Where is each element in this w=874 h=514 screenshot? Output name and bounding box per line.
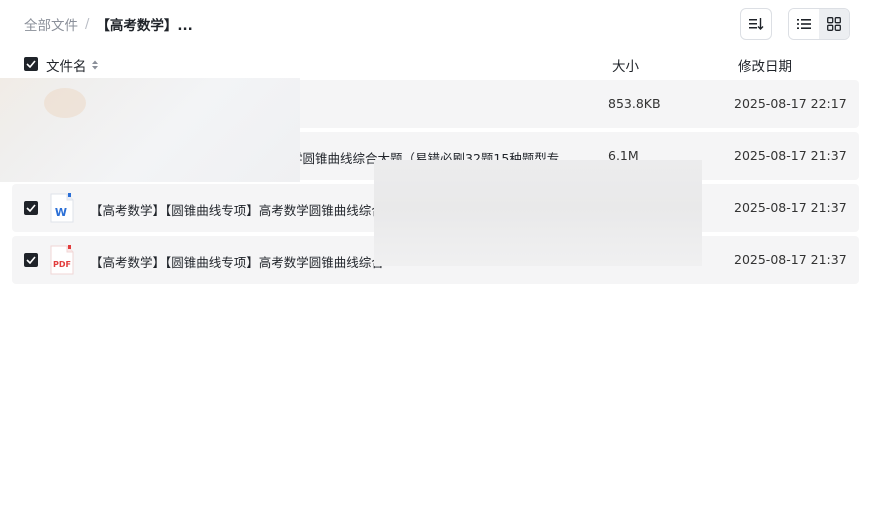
file-date: 2025-08-17 21:37: [734, 200, 847, 215]
column-name-header[interactable]: 文件名: [46, 55, 99, 75]
check-icon: [26, 204, 36, 212]
breadcrumb-root[interactable]: 全部文件: [24, 14, 78, 34]
column-size-header[interactable]: 大小: [612, 55, 639, 75]
word-file-icon: W: [50, 193, 74, 223]
redaction-overlay: [374, 160, 702, 266]
column-date-header[interactable]: 修改日期: [738, 55, 792, 75]
sort-toggle-icon: [91, 60, 98, 70]
column-name-label: 文件名: [46, 59, 87, 75]
list-view-icon: [797, 19, 811, 29]
list-view-button[interactable]: [789, 9, 819, 39]
file-date: 2025-08-17 21:37: [734, 148, 847, 163]
breadcrumb: 全部文件 / 【高考数学】...: [24, 14, 193, 35]
toolbar: [740, 8, 850, 40]
file-date: 2025-08-17 22:17: [734, 96, 847, 111]
check-icon: [26, 256, 36, 264]
svg-text:PDF: PDF: [53, 260, 71, 269]
grid-view-button[interactable]: [819, 9, 849, 39]
check-icon: [26, 60, 36, 68]
grid-view-icon: [827, 17, 841, 31]
row-checkbox[interactable]: [24, 201, 38, 215]
redaction-overlay: [0, 78, 300, 182]
select-all-checkbox[interactable]: [24, 57, 38, 71]
row-checkbox[interactable]: [24, 253, 38, 267]
sort-icon: [749, 18, 764, 30]
file-size: 853.8KB: [608, 96, 661, 111]
view-toggle: [788, 8, 850, 40]
breadcrumb-current: 【高考数学】...: [96, 18, 193, 34]
column-header: 文件名 大小 修改日期: [0, 52, 874, 76]
breadcrumb-separator: /: [85, 16, 90, 32]
pdf-file-icon: PDF: [50, 245, 74, 275]
file-date: 2025-08-17 21:37: [734, 252, 847, 267]
sort-button[interactable]: [740, 8, 772, 40]
svg-text:W: W: [55, 206, 67, 219]
